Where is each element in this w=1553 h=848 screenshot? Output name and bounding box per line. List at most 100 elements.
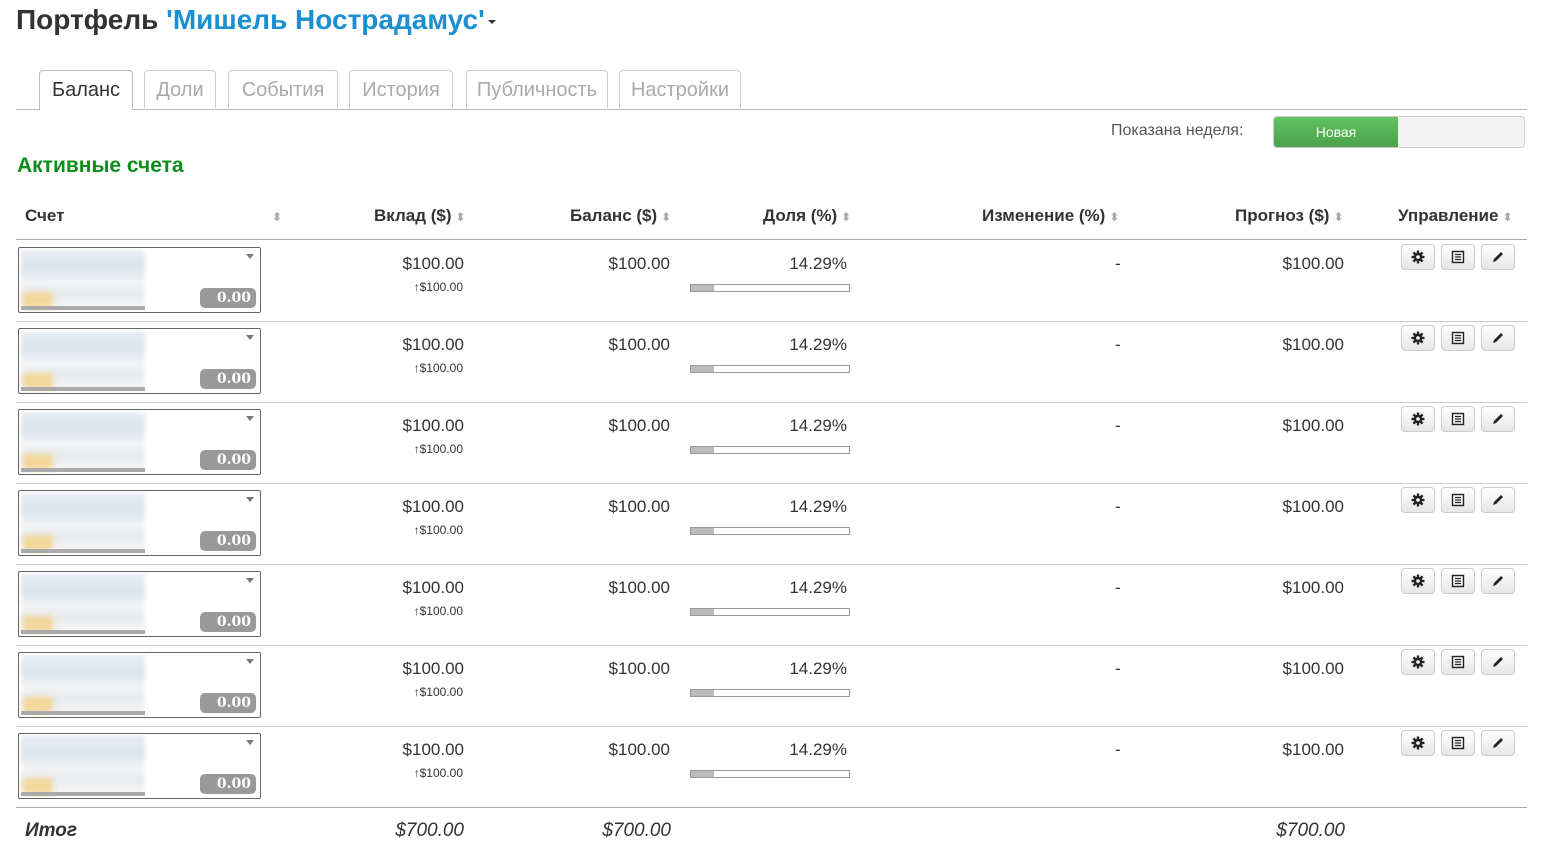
sort-icon: ⬍ xyxy=(661,210,672,224)
list-button[interactable] xyxy=(1441,487,1475,513)
chevron-down-icon[interactable] xyxy=(246,497,254,502)
row-divider xyxy=(16,726,1527,727)
account-select[interactable]: 0.00 xyxy=(18,490,261,556)
chevron-down-icon[interactable] xyxy=(246,659,254,664)
balance-value: $100.00 xyxy=(608,497,670,516)
balance-value: $100.00 xyxy=(608,254,670,273)
share-progress-fill xyxy=(691,771,714,777)
pencil-icon xyxy=(1491,574,1505,588)
pencil-button[interactable] xyxy=(1481,406,1515,432)
account-badge: 0.00 xyxy=(200,612,256,632)
share-progress-fill xyxy=(691,285,714,291)
gear-button[interactable] xyxy=(1401,568,1435,594)
gear-button[interactable] xyxy=(1401,244,1435,270)
row-divider xyxy=(16,483,1527,484)
sort-icon: ⬍ xyxy=(1502,210,1513,224)
gear-button[interactable] xyxy=(1401,406,1435,432)
deposit-value: $100.00 xyxy=(402,335,464,354)
pencil-button[interactable] xyxy=(1481,730,1515,756)
column-header-change[interactable]: Изменение (%) ⬍ xyxy=(982,206,1119,226)
change-value: - xyxy=(1115,659,1121,678)
account-select[interactable]: 0.00 xyxy=(18,247,261,313)
account-select[interactable]: 0.00 xyxy=(18,571,261,637)
tab-history[interactable]: История xyxy=(349,70,453,108)
chevron-down-icon[interactable] xyxy=(246,740,254,745)
account-select[interactable]: 0.00 xyxy=(18,328,261,394)
forecast-value: $100.00 xyxy=(1282,335,1344,354)
list-button[interactable] xyxy=(1441,568,1475,594)
header-divider xyxy=(16,239,1527,240)
gear-button[interactable] xyxy=(1401,325,1435,351)
gear-button[interactable] xyxy=(1401,730,1435,756)
pencil-button[interactable] xyxy=(1481,487,1515,513)
gear-button[interactable] xyxy=(1401,649,1435,675)
column-header-account[interactable]: Счет xyxy=(25,206,64,226)
chevron-down-icon[interactable] xyxy=(246,578,254,583)
column-header-share[interactable]: Доля (%) ⬍ xyxy=(763,206,851,226)
forecast-value: $100.00 xyxy=(1282,578,1344,597)
share-value: 14.29% xyxy=(789,578,847,597)
total-divider xyxy=(16,807,1527,808)
chevron-down-icon[interactable] xyxy=(246,254,254,259)
column-header-manage[interactable]: Управление ⬍ xyxy=(1398,206,1513,226)
deposit-sub-value: ↑$100.00 xyxy=(413,604,463,618)
list-button[interactable] xyxy=(1441,406,1475,432)
list-icon xyxy=(1451,331,1465,345)
column-header-balance[interactable]: Баланс ($) ⬍ xyxy=(570,206,671,226)
share-value: 14.29% xyxy=(789,497,847,516)
gear-icon xyxy=(1411,736,1425,750)
share-progress-fill xyxy=(691,690,714,696)
pencil-button[interactable] xyxy=(1481,244,1515,270)
chevron-down-icon[interactable] xyxy=(246,335,254,340)
portfolio-dropdown-caret-icon[interactable] xyxy=(487,19,496,24)
tab-events[interactable]: События xyxy=(228,70,338,108)
row-divider xyxy=(16,321,1527,322)
deposit-value: $100.00 xyxy=(402,254,464,273)
tab-settings[interactable]: Настройки xyxy=(619,70,741,108)
tab-shares[interactable]: Доли xyxy=(144,70,216,108)
list-button[interactable] xyxy=(1441,325,1475,351)
row-divider xyxy=(16,402,1527,403)
chevron-down-icon[interactable] xyxy=(246,416,254,421)
account-select[interactable]: 0.00 xyxy=(18,733,261,799)
share-value: 14.29% xyxy=(789,416,847,435)
pencil-icon xyxy=(1491,493,1505,507)
change-value: - xyxy=(1115,254,1121,273)
tab-publicity[interactable]: Публичность xyxy=(466,70,608,108)
list-button[interactable] xyxy=(1441,730,1475,756)
forecast-value: $100.00 xyxy=(1282,416,1344,435)
list-icon xyxy=(1451,412,1465,426)
total-forecast: $700.00 xyxy=(1276,820,1345,841)
column-header-deposit[interactable]: Вклад ($) ⬍ xyxy=(374,206,466,226)
pencil-button[interactable] xyxy=(1481,325,1515,351)
share-progress-fill xyxy=(691,366,714,372)
account-select[interactable]: 0.00 xyxy=(18,409,261,475)
account-badge: 0.00 xyxy=(200,774,256,794)
account-select[interactable]: 0.00 xyxy=(18,652,261,718)
pencil-icon xyxy=(1491,736,1505,750)
pencil-button[interactable] xyxy=(1481,568,1515,594)
account-badge: 0.00 xyxy=(200,288,256,308)
week-toggle-on[interactable]: Новая xyxy=(1274,117,1398,147)
share-value: 14.29% xyxy=(789,335,847,354)
sort-icon: ⬍ xyxy=(1109,210,1120,224)
title-prefix: Портфель xyxy=(16,4,159,35)
list-icon xyxy=(1451,250,1465,264)
column-header-forecast[interactable]: Прогноз ($) ⬍ xyxy=(1235,206,1344,226)
pencil-button[interactable] xyxy=(1481,649,1515,675)
tab-balance[interactable]: Баланс xyxy=(39,70,133,110)
pencil-icon xyxy=(1491,412,1505,426)
deposit-sub-value: ↑$100.00 xyxy=(413,361,463,375)
sort-account-icon[interactable]: ⬍ xyxy=(272,206,282,226)
account-badge: 0.00 xyxy=(200,450,256,470)
deposit-value: $100.00 xyxy=(402,740,464,759)
list-button[interactable] xyxy=(1441,244,1475,270)
balance-value: $100.00 xyxy=(608,740,670,759)
pencil-icon xyxy=(1491,331,1505,345)
change-value: - xyxy=(1115,578,1121,597)
forecast-value: $100.00 xyxy=(1282,740,1344,759)
week-toggle[interactable]: Новая xyxy=(1273,116,1525,148)
share-progress-bar xyxy=(690,446,850,454)
list-button[interactable] xyxy=(1441,649,1475,675)
gear-button[interactable] xyxy=(1401,487,1435,513)
